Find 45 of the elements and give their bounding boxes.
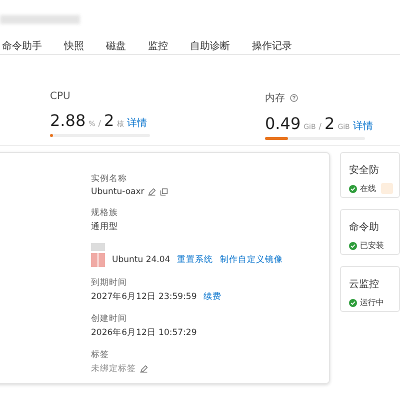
- field-label: 标签: [91, 349, 110, 361]
- tab[interactable]: 监控: [148, 38, 168, 54]
- check-icon: [349, 298, 357, 306]
- status-text: 已安装: [360, 240, 384, 251]
- card-title: 命令助: [349, 220, 380, 234]
- action-link[interactable]: 制作自定义镜像: [220, 254, 284, 266]
- metric-label: 内存: [265, 92, 285, 105]
- card-title: 云监控: [349, 278, 380, 291]
- slash-separator: /: [98, 119, 101, 128]
- edit-icon[interactable]: [140, 365, 148, 373]
- action-link[interactable]: 重置系统: [177, 254, 214, 266]
- field-value: Ubuntu-oaxr: [91, 187, 144, 197]
- check-icon: [349, 184, 357, 192]
- status-text: 在线: [360, 183, 376, 194]
- tab[interactable]: 自助诊断: [190, 38, 230, 54]
- check-icon: [349, 242, 357, 250]
- field-label: 规格族: [91, 207, 119, 219]
- metric-value: 2.88: [50, 111, 86, 130]
- action-link[interactable]: 续费: [204, 291, 222, 303]
- os-logo-icon: [91, 253, 105, 267]
- edit-icon[interactable]: [148, 188, 156, 196]
- field-value: 2027年6月12日 23:59:59: [91, 291, 197, 303]
- blurred-text: [91, 243, 105, 251]
- tab[interactable]: 快照: [64, 38, 84, 54]
- metric-total: 2: [324, 114, 335, 133]
- details-link[interactable]: 详情: [127, 116, 148, 130]
- field-value: 2026年6月12日 10:57:29: [91, 327, 197, 339]
- field-label: 到期时间: [91, 277, 128, 289]
- copy-icon[interactable]: [160, 188, 168, 196]
- os-value: Ubuntu 24.04: [112, 255, 170, 265]
- field-label: 实例名称: [91, 173, 128, 185]
- details-link[interactable]: 详情: [352, 119, 373, 133]
- tab[interactable]: 磁盘: [106, 38, 126, 54]
- metric-total: 2: [104, 111, 114, 130]
- metric-label: CPU: [50, 91, 70, 102]
- metric-value: 0.49: [265, 114, 301, 133]
- tab[interactable]: 命令助手: [2, 38, 42, 54]
- help-icon[interactable]: [290, 94, 298, 102]
- slash-separator: /: [318, 122, 322, 131]
- status-text: 运行中: [360, 297, 384, 308]
- tab[interactable]: 操作记录: [252, 38, 292, 54]
- field-value: 通用型: [91, 221, 118, 233]
- field-label: 创建时间: [91, 313, 128, 325]
- field-value: 未绑定标签: [91, 363, 136, 375]
- card-title: 安全防: [349, 164, 380, 177]
